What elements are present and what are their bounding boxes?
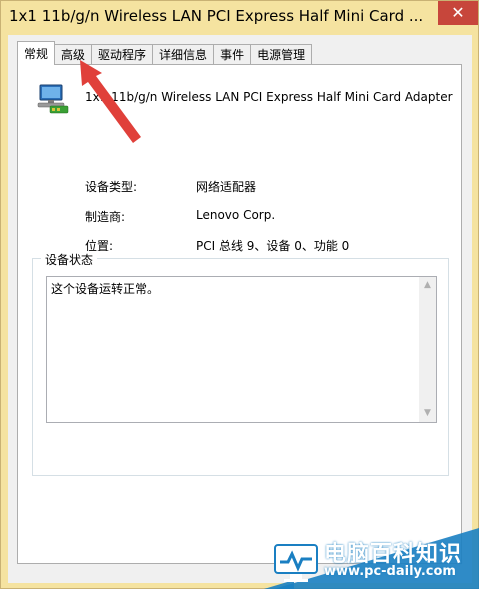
scroll-down-icon[interactable]: ▼: [419, 405, 436, 422]
device-status-group: 设备状态 这个设备运转正常。 ▲ ▼: [32, 251, 449, 476]
device-status-text: 这个设备运转正常。: [51, 282, 160, 296]
tab-power-management[interactable]: 电源管理: [250, 44, 313, 64]
tab-general[interactable]: 常规: [17, 41, 56, 65]
manufacturer-label: 制造商:: [85, 210, 126, 224]
tab-driver[interactable]: 驱动程序: [91, 44, 154, 64]
scroll-up-icon[interactable]: ▲: [419, 277, 436, 294]
network-adapter-icon: [37, 84, 69, 114]
title-bar[interactable]: 1x1 11b/g/n Wireless LAN PCI Express Hal…: [1, 1, 479, 35]
close-button[interactable]: ✕: [438, 1, 478, 25]
monitor-logo-icon: [274, 544, 318, 582]
window-title: 1x1 11b/g/n Wireless LAN PCI Express Hal…: [9, 7, 424, 25]
location-value: PCI 总线 9、设备 0、功能 0: [196, 239, 350, 253]
device-type-value: 网络适配器: [196, 180, 257, 194]
device-type-label: 设备类型:: [85, 180, 138, 194]
tab-events[interactable]: 事件: [213, 44, 252, 64]
close-icon: ✕: [451, 3, 465, 22]
manufacturer-value: Lenovo Corp.: [196, 208, 276, 222]
device-status-textbox[interactable]: 这个设备运转正常。 ▲ ▼: [46, 276, 437, 423]
dialog-body: 常规 高级 驱动程序 详细信息 事件 电源管理 1x1 11b/g/n Wire…: [8, 35, 472, 583]
status-scrollbar[interactable]: ▲ ▼: [419, 277, 436, 422]
site-watermark: 电脑百科知识 www.pc-daily.com: [264, 528, 479, 589]
device-status-title: 设备状态: [41, 251, 98, 268]
properties-window: 1x1 11b/g/n Wireless LAN PCI Express Hal…: [0, 0, 479, 589]
tab-advanced[interactable]: 高级: [54, 44, 93, 64]
tab-details[interactable]: 详细信息: [152, 44, 215, 64]
general-tab-panel: 1x1 11b/g/n Wireless LAN PCI Express Hal…: [17, 64, 462, 564]
tab-strip: 常规 高级 驱动程序 详细信息 事件 电源管理: [17, 41, 313, 65]
device-name: 1x1 11b/g/n Wireless LAN PCI Express Hal…: [85, 90, 453, 104]
watermark-url: www.pc-daily.com: [324, 564, 456, 579]
